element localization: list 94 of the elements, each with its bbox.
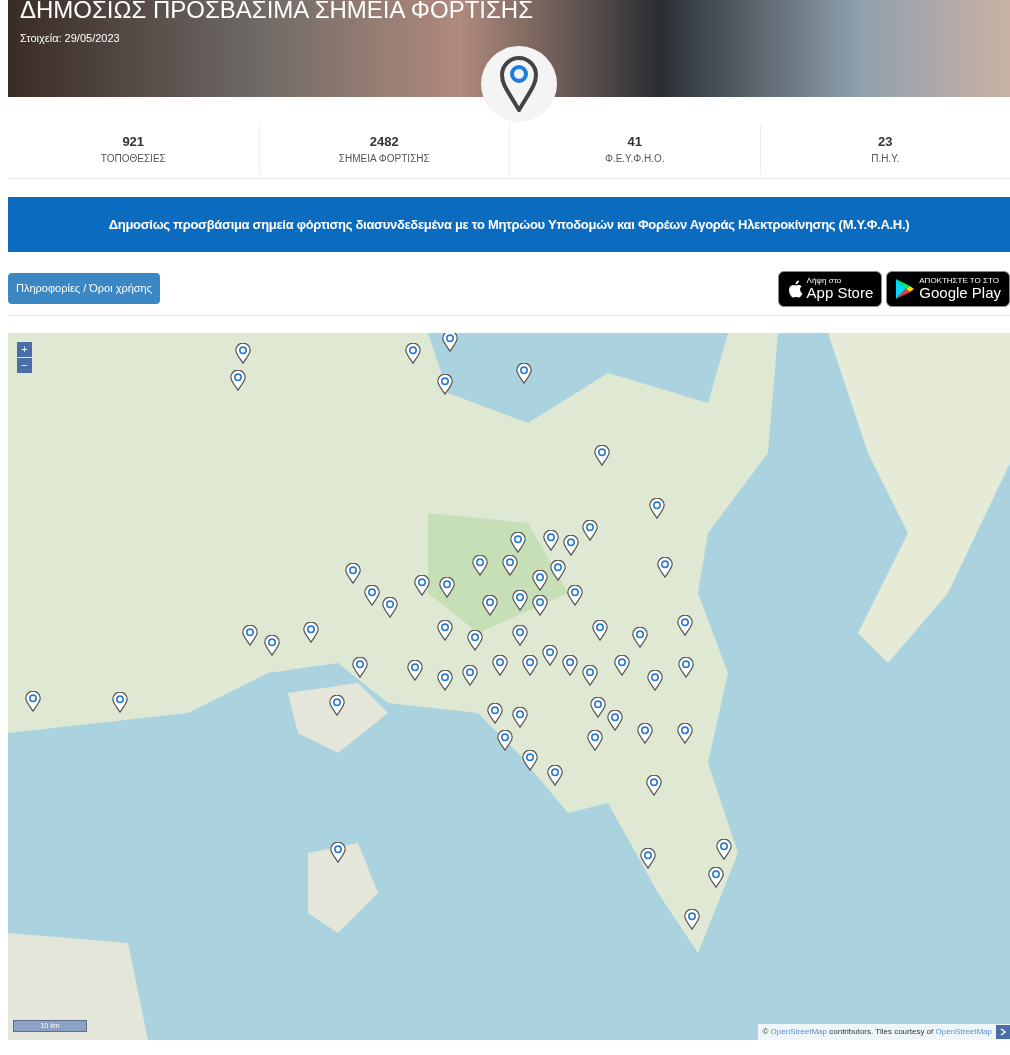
data-date: Στοιχεία: 29/05/2023 [20, 31, 121, 46]
map-pin-icon[interactable] [637, 723, 653, 744]
map-pin-icon[interactable] [25, 691, 41, 712]
map-pin-icon[interactable] [543, 530, 559, 551]
info-terms-button[interactable]: Πληροφορίες / Όροι χρήσης [8, 273, 160, 304]
map-pin-icon[interactable] [472, 555, 488, 576]
map-pin-icon[interactable] [614, 655, 630, 676]
map-pin-icon[interactable] [497, 730, 513, 751]
map-pin-icon[interactable] [562, 655, 578, 676]
map-pin-icon[interactable] [264, 635, 280, 656]
map-pin-icon[interactable] [640, 848, 656, 869]
map-pin-icon[interactable] [512, 707, 528, 728]
store-badge[interactable]: ΑΠΟΚΤΗΣΤΕ ΤΟ ΣΤΟ Google Play [886, 270, 1010, 307]
map-pin-icon[interactable] [532, 595, 548, 616]
store-badge-name: Google Play [919, 285, 1001, 300]
map-pin-icon[interactable] [542, 645, 558, 666]
map-pin-icon[interactable] [405, 343, 421, 364]
map-pin-icon[interactable] [462, 665, 478, 686]
map-pin-icon[interactable] [329, 695, 345, 716]
page-title: ΔΗΜΟΣΙΩΣ ΠΡΟΣΒΑΣΙΜΑ ΣΗΜΕΙΑ ΦΟΡΤΙΣΗΣ [20, 0, 535, 22]
play-triangle-icon [895, 277, 916, 300]
map-pin-icon[interactable] [657, 557, 673, 578]
map-pin-icon[interactable] [547, 765, 563, 786]
map-pin-icon[interactable] [587, 730, 603, 751]
osm-link[interactable]: OpenStreetMap [935, 1027, 992, 1036]
map-pin-icon[interactable] [487, 703, 503, 724]
stat-value: 921 [122, 132, 145, 151]
map-pin-icon[interactable] [716, 839, 732, 860]
map-pin-icon[interactable] [230, 370, 246, 391]
map-pin-icon[interactable] [414, 575, 430, 596]
store-badge-caption: Λήψη στο [806, 277, 843, 285]
map-pin-icon[interactable] [382, 597, 398, 618]
map-pin-icon[interactable] [522, 655, 538, 676]
map-pin-icon[interactable] [407, 660, 423, 681]
map-pin-icon[interactable] [582, 520, 598, 541]
stat-label: ΤΟΠΟΘΕΣΙΕΣ [100, 152, 166, 167]
map-pin-icon[interactable] [242, 625, 258, 646]
map-pin-icon[interactable] [550, 560, 566, 581]
zoom-in-button[interactable]: + [17, 342, 32, 357]
attribution-text: © OpenStreetMap contributors. Tiles courtesy of OpenStreetMap [762, 1026, 992, 1038]
map-pin-icon[interactable] [492, 655, 508, 676]
map-pin-icon[interactable] [439, 577, 455, 598]
map-pin-icon[interactable] [632, 627, 648, 648]
map-pin-icon[interactable] [592, 620, 608, 641]
map-pin-icon[interactable] [677, 723, 693, 744]
map-pin-icon[interactable] [352, 657, 368, 678]
map-pin-icon[interactable] [684, 909, 700, 930]
map-pin-icon[interactable] [582, 665, 598, 686]
map-pin-icon[interactable] [467, 630, 483, 651]
map-pin-icon[interactable] [303, 622, 319, 643]
map-pin-icon [499, 56, 539, 112]
map-pin-icon[interactable] [512, 590, 528, 611]
osm-link[interactable]: OpenStreetMap [770, 1027, 827, 1036]
map-pin-icon[interactable] [437, 670, 453, 691]
map-pin-icon[interactable] [532, 570, 548, 591]
map-pin-icon[interactable] [567, 585, 583, 606]
stat-label: ΣΗΜΕΙΑ ΦΟΡΤΙΣΗΣ [338, 152, 430, 167]
map-pin-icon[interactable] [112, 692, 128, 713]
map-pin-icon[interactable] [482, 595, 498, 616]
map-pin-icon[interactable] [330, 842, 346, 863]
map-pin-icon[interactable] [590, 697, 606, 718]
map-pin-icon[interactable] [646, 775, 662, 796]
map-pin-icon[interactable] [677, 615, 693, 636]
map-pin-icon[interactable] [502, 555, 518, 576]
map-pin-icon[interactable] [678, 657, 694, 678]
map-pin-icon[interactable] [708, 867, 724, 888]
map-pin-icon[interactable] [437, 620, 453, 641]
map-pin-icon[interactable] [345, 563, 361, 584]
map-pin-icon[interactable] [510, 532, 526, 553]
store-badge-name: App Store [806, 285, 874, 300]
stat-label: Φ.Ε.Υ.Φ.Η.Ο. [604, 152, 665, 167]
stat-value: 2482 [369, 132, 399, 151]
store-badge-caption: ΑΠΟΚΤΗΣΤΕ ΤΟ ΣΤΟ [919, 277, 1000, 285]
zoom-out-button[interactable]: − [17, 358, 32, 373]
chevron-right-icon [1000, 1028, 1006, 1036]
map-pin-icon[interactable] [594, 445, 610, 466]
map-pin-icon[interactable] [364, 585, 380, 606]
map-pin-icon[interactable] [647, 670, 663, 691]
banner-text: Δημοσίως προσβάσιμα σημεία φόρτισης διασυνδεδεμένα με το Μητρώου Υποδομών και Φορέων Αγοράς Ηλεκτροκίνησης (Μ.Υ.Φ.Α.Η.) [108, 215, 910, 234]
stat-value: 23 [878, 132, 893, 151]
map-pin-icon[interactable] [235, 343, 251, 364]
store-badge[interactable]: Λήψη στο App Store [777, 270, 883, 307]
stat-label: Π.Η.Υ. [871, 152, 900, 167]
map-pin-icon[interactable] [649, 498, 665, 519]
apple-icon [786, 279, 803, 298]
map-pin-icon[interactable] [512, 625, 528, 646]
map-pin-icon[interactable] [516, 363, 532, 384]
map-pin-icon[interactable] [522, 750, 538, 771]
map-pin-icon[interactable] [607, 710, 623, 731]
map-pin-icon[interactable] [437, 374, 453, 395]
stat-value: 41 [627, 132, 642, 151]
map-pin-icon[interactable] [563, 535, 579, 556]
expand-button[interactable] [996, 1025, 1010, 1039]
map-pin-icon[interactable] [442, 333, 458, 352]
